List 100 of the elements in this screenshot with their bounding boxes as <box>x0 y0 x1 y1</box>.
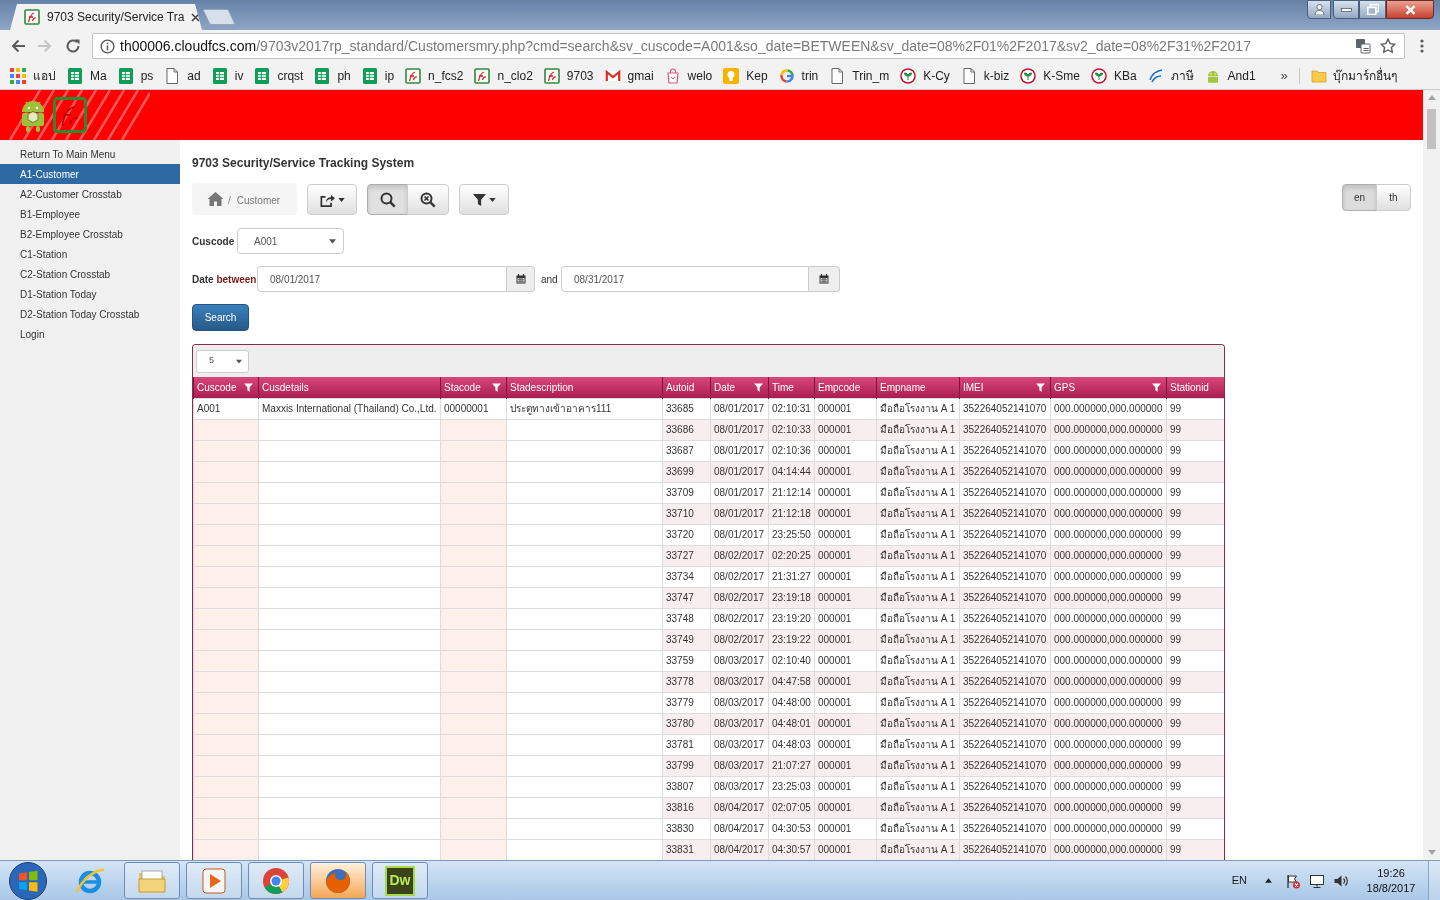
filter-button[interactable] <box>459 184 509 215</box>
taskbar-button[interactable] <box>186 862 242 899</box>
other-bookmarks[interactable]: บุ๊กมาร์กอื่นๆ <box>1310 66 1397 85</box>
translate-icon[interactable] <box>1355 38 1371 54</box>
taskbar-button[interactable] <box>248 862 304 899</box>
browser-tab[interactable]: 9703 Security/Service Tra <box>10 4 202 30</box>
bookmark[interactable]: Ma <box>67 66 107 85</box>
reload-icon[interactable] <box>65 38 81 54</box>
filter-icon[interactable] <box>1152 382 1161 392</box>
taskbar-button[interactable] <box>124 862 180 899</box>
bookmark[interactable]: k-biz <box>960 66 1010 85</box>
column-header[interactable]: GPS <box>1050 377 1167 398</box>
minimize-button[interactable] <box>1333 0 1359 19</box>
flag-icon[interactable] <box>1285 872 1301 889</box>
bookmark[interactable]: welo <box>664 66 713 85</box>
bookmark[interactable]: crqst <box>254 66 304 85</box>
network-icon[interactable] <box>1309 872 1325 889</box>
taskbar-button[interactable] <box>310 862 366 899</box>
cuscode-select[interactable]: A001 <box>237 228 344 254</box>
sidebar-item[interactable]: Return To Main Menu <box>0 144 180 164</box>
taskbar-button[interactable]: Dw <box>372 862 428 899</box>
address-bar[interactable]: th00006.cloudfcs.com/9703v2017rp_standard/Customersmry.php?cmd=search&sv_cuscode=A001&so_date=BETWEEN&sv_date=08%2F01%2F2017&sv2_date=08%2F31%2F2017 <box>92 33 1405 59</box>
scrollbar[interactable] <box>1423 90 1440 860</box>
filter-icon[interactable] <box>754 382 763 392</box>
column-header[interactable]: Stacode <box>440 377 507 398</box>
share-icon <box>319 192 335 207</box>
sidebar-item[interactable]: C1-Station <box>0 244 180 264</box>
bookmark[interactable]: gmai <box>604 66 654 85</box>
calendar-button[interactable] <box>809 266 840 292</box>
close-icon[interactable] <box>191 12 201 22</box>
restore-button[interactable] <box>1359 0 1386 19</box>
column-header[interactable]: Date <box>710 377 769 398</box>
bookmark[interactable]: n_fcs2 <box>405 66 464 85</box>
bookmark[interactable]: ภาษี <box>1147 66 1194 85</box>
page-icon <box>829 67 846 84</box>
bookmark[interactable]: iv <box>211 66 244 85</box>
language-button[interactable]: th <box>1376 184 1411 211</box>
bookmark[interactable]: แอป <box>10 66 56 85</box>
column-header[interactable]: Stadescription <box>506 377 663 398</box>
sheet-icon <box>117 67 134 84</box>
bookmark[interactable]: trin <box>778 66 819 85</box>
bookmark[interactable]: ip <box>361 66 395 85</box>
bookmark[interactable]: K-Sme <box>1020 66 1080 85</box>
bookmark[interactable]: ad <box>164 66 201 85</box>
sidebar-item[interactable]: B1-Employee <box>0 204 180 224</box>
filter-icon[interactable] <box>1036 382 1045 392</box>
search-toggle-button[interactable] <box>367 184 408 215</box>
home-icon[interactable] <box>207 192 224 206</box>
sidebar-item[interactable]: A2-Customer Crosstab <box>0 184 180 204</box>
column-header[interactable]: Autoid <box>662 377 711 398</box>
close-button[interactable] <box>1386 0 1434 19</box>
language-button[interactable]: en <box>1342 184 1377 211</box>
column-header[interactable]: Time <box>768 377 815 398</box>
column-header[interactable]: Cuscode <box>193 377 259 398</box>
search-button[interactable]: Search <box>192 304 249 331</box>
sidebar-item[interactable]: Login <box>0 324 180 344</box>
column-header[interactable]: Empname <box>876 377 960 398</box>
date-from-field[interactable]: 08/01/2017 <box>257 266 507 292</box>
url-text[interactable]: th00006.cloudfcs.com/9703v2017rp_standard/Customersmry.php?cmd=search&sv_cuscode=A001&so_date=BETWEEN&sv_date=08%2F01%2F2017&sv2_date=08%2F31%2F2017 <box>120 35 1251 57</box>
bookmark[interactable]: ps <box>117 66 154 85</box>
caret-up-icon[interactable] <box>1265 878 1272 883</box>
start-orb-icon[interactable] <box>8 860 48 900</box>
sheet-icon <box>361 67 378 84</box>
scrollbar-thumb[interactable] <box>1427 109 1436 149</box>
bookmark[interactable]: KBa <box>1090 66 1137 85</box>
robot-icon <box>20 98 46 132</box>
bookmark[interactable]: 9703 <box>543 66 594 85</box>
menu-icon[interactable] <box>1420 39 1424 53</box>
bookmark[interactable]: And1 <box>1204 66 1256 85</box>
date-to-field[interactable]: 08/31/2017 <box>561 266 809 292</box>
sidebar-item[interactable]: D2-Station Today Crosstab <box>0 304 180 324</box>
sidebar-item[interactable]: A1-Customer <box>0 164 180 184</box>
language-indicator[interactable]: EN <box>1231 872 1247 889</box>
bookmark[interactable]: n_clo2 <box>474 66 533 85</box>
overflow-chevron[interactable]: » <box>1280 65 1288 86</box>
column-header[interactable]: Stationid <box>1166 377 1224 398</box>
bookmark[interactable]: Trin_m <box>829 66 890 85</box>
filter-icon <box>472 193 486 206</box>
export-button[interactable] <box>307 184 357 215</box>
page-size-select[interactable]: 5 <box>196 349 249 373</box>
bookmark[interactable]: K-Cy <box>900 66 950 85</box>
column-header[interactable]: Empcode <box>814 377 877 398</box>
filter-icon[interactable] <box>244 382 253 392</box>
profile-button[interactable] <box>1307 0 1331 19</box>
star-icon[interactable] <box>1380 38 1396 54</box>
sidebar-item[interactable]: D1-Station Today <box>0 284 180 304</box>
filter-icon[interactable] <box>492 382 501 392</box>
column-header[interactable]: IMEI <box>959 377 1051 398</box>
reset-search-button[interactable] <box>407 184 449 215</box>
column-header[interactable]: Cusdetails <box>258 377 441 398</box>
sidebar-item[interactable]: C2-Station Crosstab <box>0 264 180 284</box>
sidebar-item[interactable]: B2-Employee Crosstab <box>0 224 180 244</box>
swirl-icon <box>1147 67 1164 84</box>
restore-icon <box>1366 4 1379 15</box>
clock[interactable]: 19:26 18/8/2017 <box>1364 865 1418 896</box>
bookmark[interactable]: ph <box>314 66 351 85</box>
calendar-button[interactable] <box>507 266 535 292</box>
mail-icon <box>604 67 621 84</box>
bookmark[interactable]: Kep <box>723 66 768 85</box>
back-arrow-icon[interactable] <box>10 38 26 54</box>
